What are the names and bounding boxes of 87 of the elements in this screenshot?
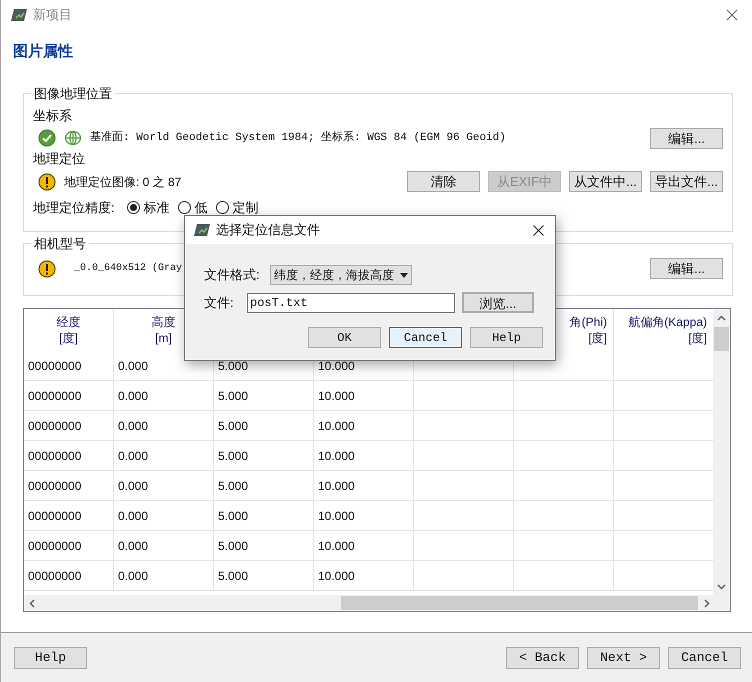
close-icon[interactable] — [533, 224, 544, 236]
action-button[interactable]: 清除 — [407, 171, 480, 192]
table-cell-text: 10.000 — [318, 508, 355, 524]
table-cell-text: 10.000 — [318, 538, 355, 554]
table-cell-text: 0.000 — [118, 568, 148, 584]
column-unit: [度] — [59, 330, 78, 346]
radio-button[interactable] — [178, 201, 191, 214]
column-unit: [度] — [688, 330, 707, 346]
dialog-title: 选择定位信息文件 — [216, 221, 320, 240]
table-cell-text: 5.000 — [218, 508, 248, 524]
table-cell-text: 5.000 — [218, 568, 248, 584]
table-cell-text: 10.000 — [318, 448, 355, 464]
app-icon — [194, 223, 210, 237]
dialog-button[interactable]: Help — [470, 327, 543, 348]
accuracy-label: 地理定位精度: — [33, 198, 115, 217]
column-header: 经度 — [56, 314, 80, 330]
table-cell-text: 00000000 — [28, 508, 82, 524]
edit-button[interactable]: 编辑... — [650, 128, 723, 148]
edit-button[interactable]: 编辑... — [650, 258, 723, 279]
scroll-left-icon[interactable] — [29, 598, 35, 608]
column-header: 高度 — [152, 314, 176, 330]
table-cell-text: 00000000 — [28, 538, 82, 554]
app-icon — [11, 8, 27, 22]
table-cell-text: 10.000 — [318, 478, 355, 494]
scroll-down-icon[interactable] — [717, 584, 726, 590]
radio-label: 标准 — [144, 198, 170, 217]
table-cell-text: 00000000 — [28, 388, 82, 404]
format-dropdown[interactable]: 纬度，经度，海拔高度 — [270, 265, 412, 285]
section-label: 地理定位 — [33, 150, 86, 168]
column-header: 航偏角(Kappa) — [628, 314, 707, 330]
group-title: 图像地理位置 — [33, 85, 113, 103]
radio-button[interactable] — [126, 201, 140, 214]
table-cell-text: 5.000 — [218, 538, 248, 554]
help-button[interactable]: Help — [14, 646, 87, 668]
table-cell-text: 10.000 — [318, 388, 355, 404]
table-cell-text: 5.000 — [218, 448, 248, 464]
scroll-up-icon[interactable] — [717, 315, 726, 321]
camera-model-text: _0.0_640x512 (Gray — [74, 262, 182, 276]
caret-icon — [400, 272, 408, 278]
table-cell-text: 10.000 — [318, 418, 355, 434]
column-unit: [m] — [155, 330, 172, 346]
table-cell-text: 00000000 — [28, 568, 82, 584]
table-cell-text: 0.000 — [118, 448, 148, 464]
dialog-button[interactable]: OK — [308, 327, 381, 348]
radio-button[interactable] — [216, 201, 229, 214]
table-cell-text: 0.000 — [118, 418, 148, 434]
vertical-scrollbar[interactable] — [713, 309, 730, 595]
file-input[interactable]: posT.txt — [247, 292, 455, 312]
table-cell-text: 00000000 — [28, 418, 82, 434]
globe-icon — [64, 130, 82, 146]
field-label: 文件格式: — [204, 266, 261, 284]
wizard-button[interactable]: Next > — [587, 646, 660, 668]
page-title: 图片属性 — [13, 43, 73, 60]
table-cell-text: 00000000 — [28, 478, 82, 494]
radio-label: 低 — [194, 198, 208, 217]
table-cell-text: 10.000 — [318, 568, 355, 584]
field-label: 文件: — [204, 294, 235, 312]
window-title: 新项目 — [33, 6, 72, 24]
table-cell-text: 10.000 — [318, 358, 355, 374]
group-title: 相机型号 — [33, 235, 87, 253]
scrollbar-thumb[interactable] — [341, 596, 698, 610]
browse-button[interactable]: 浏览... — [462, 292, 534, 313]
scroll-right-icon[interactable] — [704, 598, 710, 608]
section-label: 坐标系 — [33, 106, 73, 124]
action-button[interactable]: 导出文件... — [650, 171, 723, 192]
dialog-button[interactable]: Cancel — [389, 327, 462, 348]
radio-label: 定制 — [232, 198, 259, 217]
table-cell-text: 5.000 — [218, 388, 248, 404]
scrollbar-thumb[interactable] — [714, 327, 730, 351]
wizard-button[interactable]: < Back — [506, 646, 579, 668]
table-cell-text: 5.000 — [218, 478, 248, 494]
action-button[interactable]: 从文件中... — [569, 171, 642, 192]
column-unit: [度] — [588, 330, 607, 346]
table-cell-text: 00000000 — [28, 358, 82, 374]
table-cell-text: 00000000 — [28, 448, 82, 464]
horizontal-scrollbar[interactable] — [24, 595, 730, 611]
column-header: 角(Phi) — [570, 314, 607, 330]
table-cell-text: 0.000 — [118, 358, 148, 374]
coordinate-system-text: 基准面: World Geodetic System 1984; 坐标系: WGS 84 (EGM 96 Geoid) — [90, 130, 506, 146]
table-cell-text: 0.000 — [118, 478, 148, 494]
georeferenced-count-text: 地理定位图像: 0 之 87 — [64, 174, 182, 190]
table-cell-text: 5.000 — [218, 418, 248, 434]
wizard-button[interactable]: Cancel — [668, 646, 741, 668]
table-cell-text: 5.000 — [218, 358, 248, 374]
table-cell-text: 0.000 — [118, 508, 148, 524]
table-cell-text: 0.000 — [118, 388, 148, 404]
table-cell-text: 0.000 — [118, 538, 148, 554]
